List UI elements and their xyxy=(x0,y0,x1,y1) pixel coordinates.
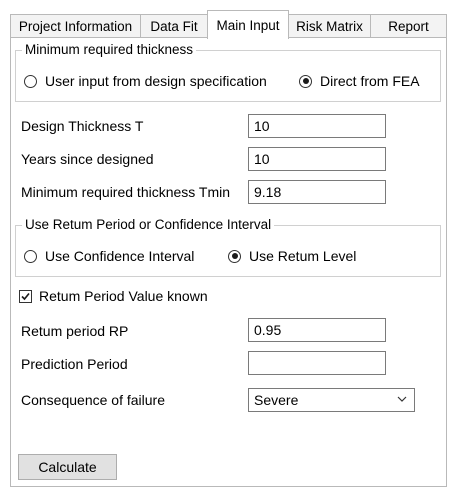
return-period-group: Use Retum Period or Confidence Interval … xyxy=(15,217,441,277)
design-thickness-input[interactable]: 10 xyxy=(248,114,386,138)
min-thickness-tmin-input[interactable]: 9.18 xyxy=(248,180,386,204)
min-thickness-tmin-label: Minimum required thickness Tmin xyxy=(21,184,231,200)
tab-data-fit[interactable]: Data Fit xyxy=(140,14,208,38)
calculate-button[interactable]: Calculate xyxy=(18,454,117,480)
radio-return-level[interactable]: Use Retum Level xyxy=(228,248,356,264)
return-period-known-checkbox[interactable] xyxy=(19,289,32,303)
return-period-known-checkbox-row[interactable]: Retum Period Value known xyxy=(19,288,208,304)
radio-direct-fea[interactable]: Direct from FEA xyxy=(299,73,420,89)
radio-confidence-interval[interactable]: Use Confidence Interval xyxy=(24,248,194,264)
chevron-down-icon xyxy=(397,396,407,402)
radio-return-level-circle[interactable] xyxy=(228,249,241,263)
prediction-period-input[interactable] xyxy=(248,351,386,375)
return-period-group-title: Use Retum Period or Confidence Interval xyxy=(22,217,275,232)
radio-confidence-interval-circle[interactable] xyxy=(24,249,37,263)
tab-risk-matrix[interactable]: Risk Matrix xyxy=(288,14,371,38)
consequence-label: Consequence of failure xyxy=(21,392,165,408)
years-since-designed-input[interactable]: 10 xyxy=(248,147,386,171)
min-thickness-group-title: Minimum required thickness xyxy=(22,42,197,57)
return-period-known-label: Retum Period Value known xyxy=(39,288,208,304)
main-input-panel: Minimum required thickness User input fr… xyxy=(10,37,447,487)
radio-user-input-label: User input from design specification xyxy=(45,73,267,89)
return-period-rp-input[interactable]: 0.95 xyxy=(248,318,386,342)
return-period-rp-label: Retum period RP xyxy=(21,323,129,339)
radio-confidence-interval-label: Use Confidence Interval xyxy=(45,248,195,264)
radio-user-input[interactable]: User input from design specification xyxy=(24,73,267,89)
checkmark-icon xyxy=(21,292,30,300)
years-since-designed-label: Years since designed xyxy=(21,151,154,167)
prediction-period-label: Prediction Period xyxy=(21,356,128,372)
min-thickness-group: Minimum required thickness User input fr… xyxy=(15,42,441,102)
tab-main-input[interactable]: Main Input xyxy=(207,10,289,39)
radio-direct-fea-label: Direct from FEA xyxy=(320,73,420,89)
radio-direct-fea-circle[interactable] xyxy=(299,74,312,88)
design-thickness-label: Design Thickness T xyxy=(21,118,144,134)
tab-project-information[interactable]: Project Information xyxy=(10,14,141,38)
consequence-select[interactable]: Severe xyxy=(248,388,415,412)
radio-user-input-circle[interactable] xyxy=(24,74,37,88)
radio-return-level-label: Use Retum Level xyxy=(249,248,357,264)
tab-report[interactable]: Report xyxy=(370,14,447,38)
consequence-select-value: Severe xyxy=(254,392,299,408)
